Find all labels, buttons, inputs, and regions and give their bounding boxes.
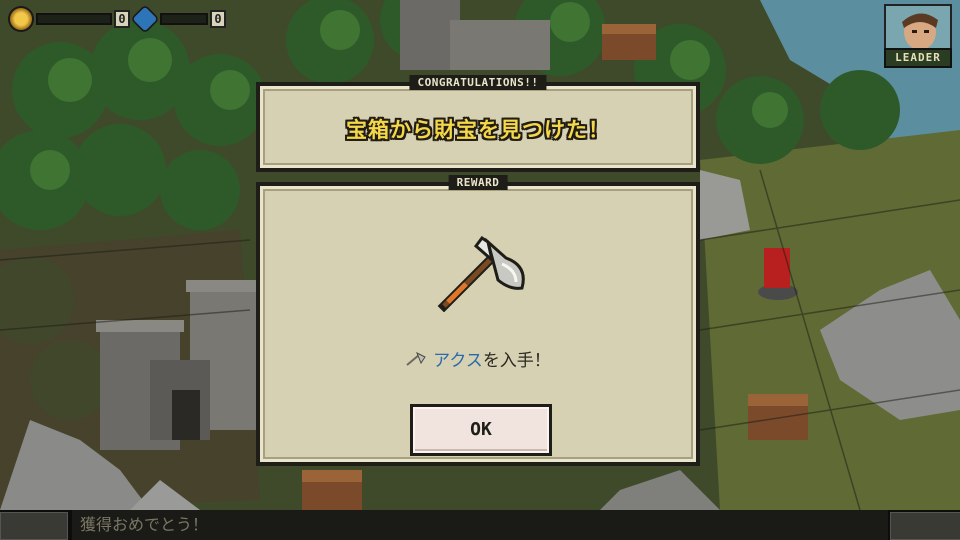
crystal-bar bbox=[160, 13, 208, 25]
reward-suffix: を入手！ bbox=[482, 351, 551, 371]
reward-item-name: アクス bbox=[433, 351, 483, 371]
reward-panel: REWARD アクスを入手！ OK bbox=[256, 175, 700, 466]
chat-left-button[interactable] bbox=[0, 512, 68, 540]
treasure-chest-top bbox=[602, 24, 656, 60]
congrats-tab: CONGRATULATIONS!! bbox=[409, 75, 547, 90]
message-panel: CONGRATULATIONS!! 宝箱から財宝を見つけた！ bbox=[256, 75, 700, 172]
chat-right-button[interactable] bbox=[890, 512, 960, 540]
gold-resource: 0 bbox=[10, 8, 130, 30]
axe-icon bbox=[437, 236, 525, 312]
crystal-resource: 0 bbox=[132, 6, 226, 32]
leader-face-icon bbox=[886, 6, 950, 50]
gold-coin-icon bbox=[10, 8, 32, 30]
small-axe-icon bbox=[405, 351, 429, 372]
treasure-chest-right bbox=[748, 394, 808, 440]
found-treasure-message: 宝箱から財宝を見つけた！ bbox=[346, 118, 610, 142]
leader-label: LEADER bbox=[884, 48, 952, 68]
gold-bar bbox=[36, 13, 112, 25]
leader-portrait[interactable] bbox=[884, 4, 952, 52]
gold-value: 0 bbox=[114, 10, 130, 28]
crystal-icon bbox=[132, 6, 158, 32]
crystal-value: 0 bbox=[210, 10, 226, 28]
reward-text: アクスを入手！ bbox=[260, 346, 696, 372]
ok-button[interactable]: OK bbox=[410, 404, 552, 456]
treasure-chest-bottom bbox=[302, 470, 362, 510]
reward-tab: REWARD bbox=[448, 175, 508, 190]
chat-message: 獲得おめでとう！ bbox=[72, 510, 888, 540]
